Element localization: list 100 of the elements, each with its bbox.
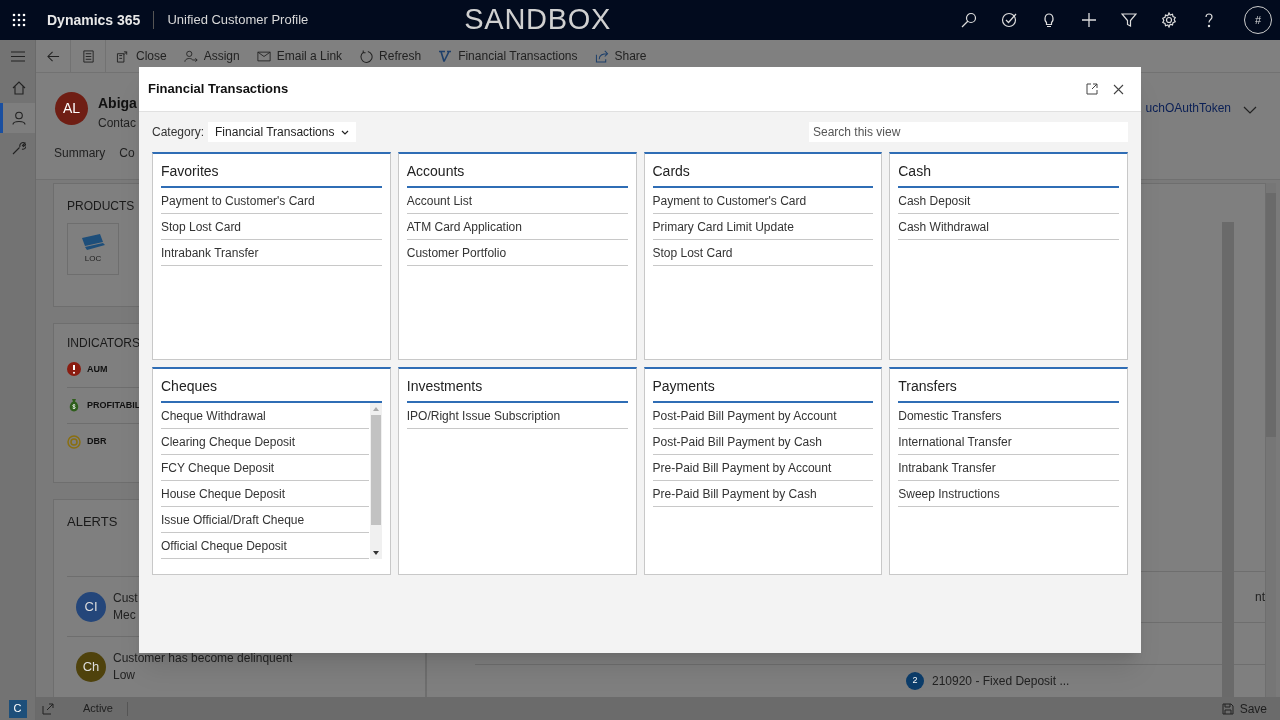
transaction-link[interactable]: Stop Lost Card [652, 240, 874, 266]
dialog-title: Financial Transactions [148, 80, 289, 99]
command-button[interactable]: Share [594, 40, 647, 72]
exclamation-circle-icon [67, 362, 81, 377]
products-heading: PRODUCTS [67, 198, 135, 215]
transaction-link[interactable]: Intrabank Transfer [898, 455, 1119, 481]
indicators-heading: INDICATORS [67, 334, 140, 352]
record-type: Contac [98, 115, 137, 132]
product-tile[interactable]: LOC [67, 223, 119, 275]
scroll-down-icon[interactable] [372, 551, 379, 555]
transaction-link[interactable]: Post-Paid Bill Payment by Account [652, 403, 874, 429]
chevron-down-icon [341, 129, 350, 135]
token-link[interactable]: uchOAuthToken [1145, 99, 1231, 117]
person-icon [12, 111, 26, 125]
transaction-link[interactable]: Issue Official/Draft Cheque [161, 507, 369, 533]
transaction-link[interactable]: Pre-Paid Bill Payment by Cash [652, 481, 874, 507]
indicator-label: AUM [87, 362, 108, 376]
transaction-link[interactable]: Cash Withdrawal [898, 214, 1119, 240]
command-button[interactable]: Refresh [359, 40, 422, 72]
record-tab[interactable]: Co [119, 144, 135, 162]
record-status: Active [83, 701, 113, 717]
app-launcher-icon[interactable] [12, 13, 26, 27]
search-icon [960, 12, 977, 28]
app-area-title: Unified Customer Profile [167, 11, 309, 30]
menu-icon[interactable] [10, 51, 25, 62]
cards-icon [80, 233, 106, 250]
save-icon[interactable] [1221, 702, 1234, 715]
expand-icon[interactable] [42, 702, 54, 715]
app-name[interactable]: Dynamics 365 [47, 9, 141, 31]
transaction-link[interactable]: Primary Card Limit Update [652, 214, 874, 240]
command-button[interactable]: Financial Transactions [438, 40, 578, 72]
list-row-title[interactable]: 210920 - Fixed Deposit ... [932, 671, 1070, 690]
group-heading: Investments [406, 376, 628, 403]
pop-out-icon[interactable] [1086, 83, 1098, 95]
command-button[interactable]: Close [116, 40, 167, 72]
transaction-link[interactable]: Sweep Instructions [898, 481, 1119, 507]
transaction-link[interactable]: Customer Portfolio [406, 240, 628, 266]
group-heading: Favorites [161, 161, 382, 188]
transaction-link[interactable]: House Cheque Deposit [161, 481, 369, 507]
alert-severity: Mec [113, 606, 137, 624]
transaction-link[interactable]: FCY Cheque Deposit [161, 455, 369, 481]
user-initial-tile[interactable]: C [8, 699, 27, 718]
category-label: Category: [152, 124, 205, 141]
transaction-link[interactable]: Cash Deposit [898, 188, 1119, 214]
list-row-fragment: nt [1255, 588, 1265, 606]
document-icon [81, 49, 95, 63]
transaction-link[interactable]: Pre-Paid Bill Payment by Account [652, 455, 874, 481]
transaction-link[interactable]: International Transfer [898, 429, 1119, 455]
close-record-icon [116, 49, 130, 63]
plus-icon [1080, 12, 1097, 28]
transaction-link[interactable]: Official Cheque Deposit [161, 533, 369, 559]
alerts-heading: ALERTS [67, 512, 118, 531]
transaction-link[interactable]: Clearing Cheque Deposit [161, 429, 369, 455]
record-tab[interactable]: Summary [54, 144, 106, 162]
product-label: LOC [84, 252, 102, 265]
slashes-icon [438, 49, 453, 63]
transaction-link[interactable]: Cheque Withdrawal [161, 403, 369, 429]
transaction-link[interactable]: Stop Lost Card [161, 214, 382, 240]
checkmark-circle-icon [1000, 12, 1017, 28]
envelope-icon [256, 49, 271, 63]
group-heading: Payments [652, 376, 874, 403]
alert-title[interactable]: Customer has become delinquent [113, 650, 293, 667]
command-button[interactable]: Assign [183, 40, 240, 72]
group-heading: Cheques [161, 376, 382, 403]
transaction-link[interactable]: Account List [406, 188, 628, 214]
back-arrow-icon [46, 49, 60, 63]
group-heading: Cash [898, 161, 1119, 188]
record-avatar: AL [55, 92, 88, 125]
person-arrow-icon [183, 49, 198, 63]
close-icon[interactable] [1113, 83, 1124, 95]
category-dropdown[interactable]: Financial Transactions [208, 122, 357, 142]
refresh-icon [359, 49, 374, 63]
command-button[interactable]: Email a Link [256, 40, 343, 72]
search-field[interactable]: Search this view [809, 122, 1128, 142]
transaction-link[interactable]: ATM Card Application [406, 214, 628, 240]
home-icon [12, 81, 26, 95]
filter-icon [1120, 12, 1137, 28]
wrench-icon [12, 141, 26, 155]
chevron-down-icon[interactable] [1243, 106, 1257, 114]
transaction-link[interactable]: Domestic Transfers [898, 403, 1119, 429]
environment-title: SANDBOX [464, 2, 612, 38]
group-heading: Transfers [898, 376, 1119, 403]
record-name: Abiga [98, 94, 137, 113]
row-number-badge: 2 [906, 671, 924, 690]
group-heading: Accounts [406, 161, 628, 188]
transaction-link[interactable]: Payment to Customer's Card [161, 188, 382, 214]
group-heading: Cards [652, 161, 874, 188]
list-scrollbar[interactable] [369, 403, 382, 559]
alert-avatar: CI [76, 591, 106, 622]
nav-item[interactable] [0, 103, 35, 133]
transaction-link[interactable]: IPO/Right Issue Subscription [406, 403, 628, 429]
indicator-label: PROFITABIL [87, 398, 141, 412]
ring-icon [67, 434, 81, 449]
settings-icon [1160, 12, 1177, 28]
transaction-link[interactable]: Intrabank Transfer [161, 240, 382, 266]
indicator-label: DBR [87, 435, 107, 449]
transaction-link[interactable]: Post-Paid Bill Payment by Cash [652, 429, 874, 455]
alert-title[interactable]: Cust [113, 589, 138, 607]
transaction-link[interactable]: Payment to Customer's Card [652, 188, 874, 214]
money-bag-icon [67, 398, 81, 413]
